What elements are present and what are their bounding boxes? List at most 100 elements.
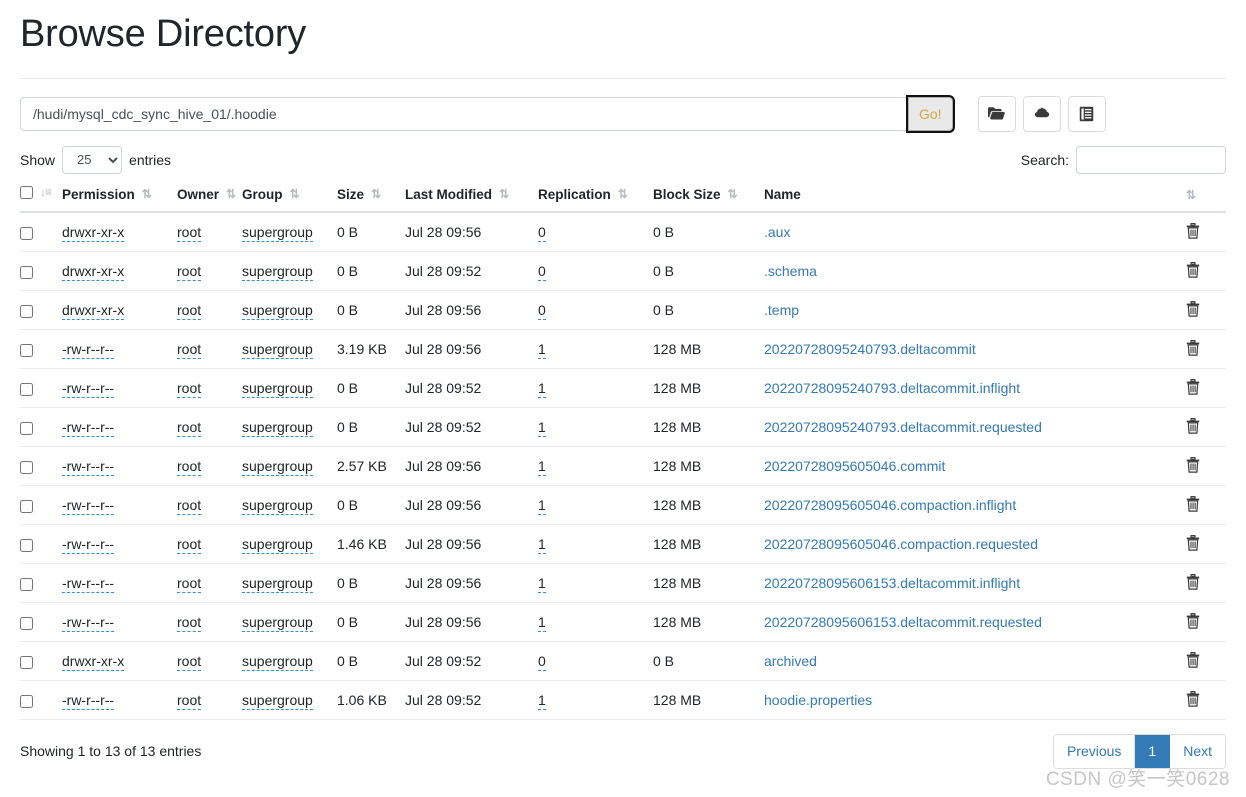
row-checkbox[interactable] (20, 538, 33, 552)
owner-value[interactable]: root (177, 380, 202, 399)
row-checkbox[interactable] (20, 382, 33, 396)
row-checkbox[interactable] (20, 616, 33, 630)
file-name-link[interactable]: .aux (764, 224, 790, 240)
sort-icon[interactable]: ⇅ (290, 188, 300, 200)
delete-button[interactable] (1186, 651, 1200, 671)
delete-button[interactable] (1186, 339, 1200, 359)
file-name-link[interactable]: 20220728095605046.compaction.inflight (764, 497, 1016, 513)
th-size[interactable]: Size ⇅ (337, 185, 405, 213)
group-value[interactable]: supergroup (242, 419, 313, 438)
replication-value[interactable]: 0 (538, 263, 546, 282)
row-select-cell[interactable] (20, 563, 62, 603)
delete-button[interactable] (1186, 495, 1200, 515)
row-select-cell[interactable] (20, 211, 62, 252)
row-checkbox[interactable] (20, 460, 33, 474)
row-select-cell[interactable] (20, 407, 62, 447)
replication-value[interactable]: 1 (538, 692, 546, 711)
owner-value[interactable]: root (177, 614, 202, 633)
permission-value[interactable]: -rw-r--r-- (62, 692, 115, 711)
page-length-select[interactable]: 25 50 100 (62, 145, 123, 174)
sort-icon[interactable]: ⇅ (1186, 189, 1196, 201)
row-checkbox[interactable] (20, 655, 33, 669)
th-block-size[interactable]: Block Size ⇅ (653, 185, 764, 213)
row-checkbox[interactable] (20, 265, 33, 279)
owner-value[interactable]: root (177, 458, 202, 477)
delete-button[interactable] (1186, 456, 1200, 476)
th-permission[interactable]: Permission ⇅ (62, 185, 177, 213)
replication-value[interactable]: 1 (538, 614, 546, 633)
file-name-link[interactable]: 20220728095240793.deltacommit.requested (764, 419, 1042, 435)
th-actions[interactable]: ⇅ (1186, 185, 1226, 213)
file-name-link[interactable]: 20220728095605046.compaction.requested (764, 536, 1038, 552)
permission-value[interactable]: -rw-r--r-- (62, 614, 115, 633)
row-checkbox[interactable] (20, 421, 33, 435)
delete-button[interactable] (1186, 378, 1200, 398)
permission-value[interactable]: -rw-r--r-- (62, 536, 115, 555)
sort-icon[interactable]: ⇅ (618, 188, 628, 200)
group-value[interactable]: supergroup (242, 575, 313, 594)
replication-value[interactable]: 0 (538, 302, 546, 321)
sort-amount-down-icon[interactable]: ↓≡ (40, 186, 52, 198)
group-value[interactable]: supergroup (242, 380, 313, 399)
th-last-modified[interactable]: Last Modified ⇅ (405, 185, 538, 213)
group-value[interactable]: supergroup (242, 536, 313, 555)
select-all-checkbox[interactable] (20, 185, 33, 199)
owner-value[interactable]: root (177, 536, 202, 555)
delete-button[interactable] (1186, 534, 1200, 554)
permission-value[interactable]: -rw-r--r-- (62, 575, 115, 594)
row-select-cell[interactable] (20, 368, 62, 408)
file-name-link[interactable]: .temp (764, 302, 799, 318)
permission-value[interactable]: drwxr-xr-x (62, 302, 125, 321)
replication-value[interactable]: 1 (538, 575, 546, 594)
permission-value[interactable]: drwxr-xr-x (62, 263, 125, 282)
replication-value[interactable]: 1 (538, 341, 546, 360)
row-select-cell[interactable] (20, 329, 62, 369)
owner-value[interactable]: root (177, 419, 202, 438)
file-name-link[interactable]: 20220728095240793.deltacommit (764, 341, 976, 357)
row-select-cell[interactable] (20, 251, 62, 291)
delete-button[interactable] (1186, 612, 1200, 632)
file-name-link[interactable]: .schema (764, 263, 817, 279)
file-name-link[interactable]: 20220728095605046.commit (764, 458, 945, 474)
group-value[interactable]: supergroup (242, 614, 313, 633)
row-checkbox[interactable] (20, 226, 33, 240)
permission-value[interactable]: -rw-r--r-- (62, 497, 115, 516)
owner-value[interactable]: root (177, 575, 202, 594)
row-select-cell[interactable] (20, 290, 62, 330)
replication-value[interactable]: 1 (538, 419, 546, 438)
group-value[interactable]: supergroup (242, 497, 313, 516)
replication-value[interactable]: 1 (538, 458, 546, 477)
group-value[interactable]: supergroup (242, 224, 313, 243)
row-checkbox[interactable] (20, 304, 33, 318)
upload-button[interactable] (1022, 95, 1061, 132)
sort-icon[interactable]: ⇅ (499, 188, 509, 200)
row-select-cell[interactable] (20, 602, 62, 642)
replication-value[interactable]: 1 (538, 497, 546, 516)
owner-value[interactable]: root (177, 224, 202, 243)
replication-value[interactable]: 1 (538, 380, 546, 399)
group-value[interactable]: supergroup (242, 458, 313, 477)
row-select-cell[interactable] (20, 485, 62, 525)
sort-icon[interactable]: ⇅ (728, 188, 738, 200)
new-folder-button[interactable] (977, 95, 1016, 132)
owner-value[interactable]: root (177, 692, 202, 711)
owner-value[interactable]: root (177, 341, 202, 360)
delete-button[interactable] (1186, 222, 1200, 242)
row-checkbox[interactable] (20, 499, 33, 513)
group-value[interactable]: supergroup (242, 653, 313, 672)
group-value[interactable]: supergroup (242, 341, 313, 360)
cut-paste-button[interactable] (1067, 95, 1106, 132)
group-value[interactable]: supergroup (242, 692, 313, 711)
owner-value[interactable]: root (177, 497, 202, 516)
permission-value[interactable]: -rw-r--r-- (62, 380, 115, 399)
file-name-link[interactable]: 20220728095240793.deltacommit.inflight (764, 380, 1020, 396)
th-name[interactable]: Name (764, 185, 1186, 213)
th-owner[interactable]: Owner ⇅ (177, 185, 242, 213)
file-name-link[interactable]: 20220728095606153.deltacommit.requested (764, 614, 1042, 630)
replication-value[interactable]: 1 (538, 536, 546, 555)
search-input[interactable] (1076, 145, 1226, 174)
delete-button[interactable] (1186, 690, 1200, 710)
group-value[interactable]: supergroup (242, 302, 313, 321)
sort-icon[interactable]: ⇅ (226, 188, 236, 200)
delete-button[interactable] (1186, 261, 1200, 281)
